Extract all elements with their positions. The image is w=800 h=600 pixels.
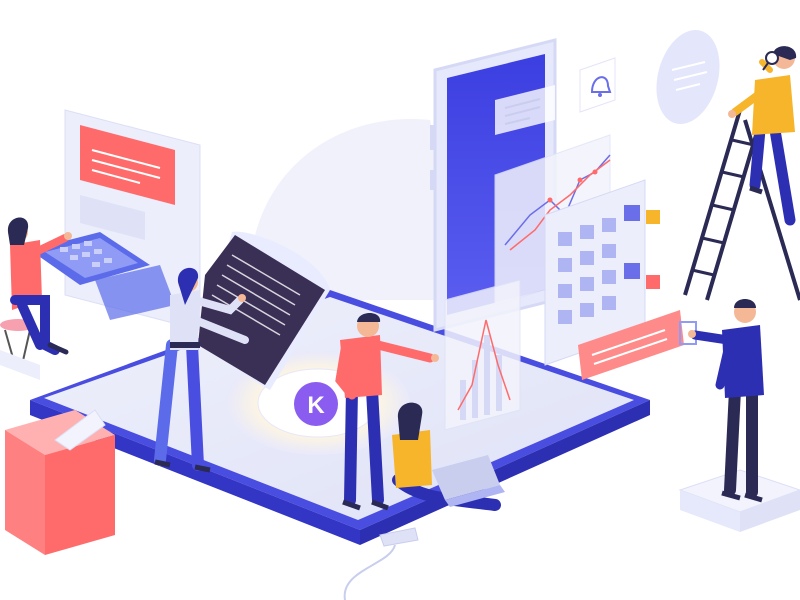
pedestal: [678, 469, 800, 532]
isometric-illustration: K: [0, 29, 800, 600]
bar-chart-panel: [444, 279, 521, 431]
person-right-standing: [688, 299, 764, 503]
box-icon: [5, 409, 115, 555]
person-sitting-left: [0, 217, 72, 380]
badge-letter: K: [307, 392, 325, 419]
bell-icon: [579, 57, 616, 113]
